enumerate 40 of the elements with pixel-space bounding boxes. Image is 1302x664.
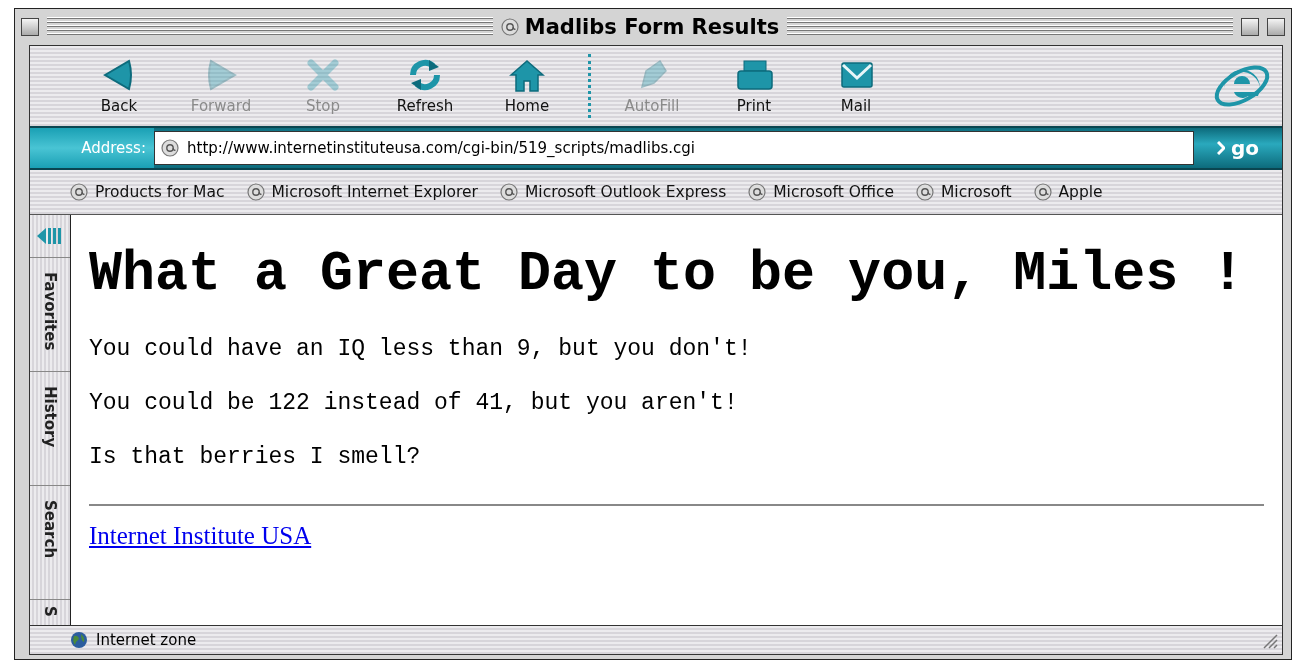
status-text: Internet zone (96, 631, 197, 649)
mail-button[interactable]: Mail (805, 57, 907, 115)
collapse-box[interactable] (1267, 18, 1285, 36)
chevron-icon (1216, 141, 1225, 155)
collapse-arrow-icon[interactable] (36, 225, 64, 247)
address-label: Address: (30, 128, 154, 168)
favorites-link[interactable]: Apple (1033, 183, 1103, 201)
sidebar-tab[interactable]: History (30, 372, 70, 486)
at-sign-icon (500, 18, 519, 36)
favorites-link[interactable]: Microsoft (915, 183, 1012, 201)
at-sign-icon (70, 183, 88, 201)
favorites-link[interactable]: Microsoft Office (748, 183, 894, 201)
print-icon (734, 57, 774, 93)
page-heading: What a Great Day to be you, Miles ! (89, 243, 1246, 306)
at-sign-icon (161, 139, 179, 157)
refresh-button[interactable]: Refresh (374, 57, 476, 115)
back-button[interactable]: Back (68, 57, 170, 115)
at-sign-icon (748, 183, 767, 201)
at-sign-icon (246, 183, 265, 201)
home-button[interactable]: Home (476, 57, 578, 115)
paragraph: You could be 122 instead of 41, but you aren't! (89, 390, 739, 416)
globe-icon (70, 631, 88, 649)
at-sign-icon (915, 183, 934, 201)
home-icon (507, 57, 547, 93)
site-link[interactable]: Internet Institute USA (89, 522, 312, 549)
paragraph: You could have an IQ less than 9, but you don't! (89, 336, 753, 362)
window-title: Madlibs Form Results (524, 15, 780, 39)
at-sign-icon (1033, 183, 1052, 201)
paragraph: Is that berries I smell? (89, 444, 422, 470)
print-button[interactable]: Print (703, 57, 805, 115)
sidebar-tab[interactable]: S (30, 600, 70, 623)
at-sign-icon (500, 183, 518, 201)
sidebar-tab[interactable]: Favorites (30, 258, 70, 372)
favorites-link[interactable]: Microsoft Outlook Express (500, 183, 727, 201)
zoom-box[interactable] (1241, 18, 1259, 36)
close-box[interactable] (21, 18, 39, 36)
favorites-link[interactable]: Microsoft Internet Explorer (246, 183, 478, 201)
sidebar-tab[interactable]: Search (30, 486, 70, 600)
favorites-link[interactable]: Products for Mac (70, 183, 225, 201)
address-field[interactable]: http://www.internetinstituteusa.com/cgi-bin/519_scripts/madlibs.cgi (154, 131, 1194, 165)
